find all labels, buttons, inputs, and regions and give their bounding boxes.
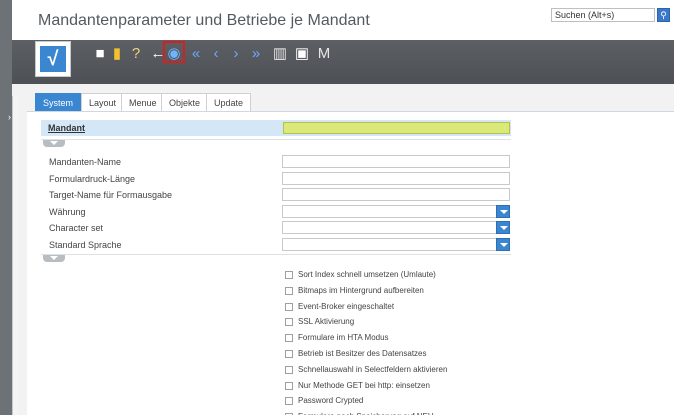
m-icon[interactable]: M: [316, 44, 332, 64]
checkbox-label: Schnellauswahl in Selectfeldern aktivier…: [298, 364, 448, 374]
checkbox[interactable]: [285, 381, 293, 390]
mandant-label[interactable]: Mandant: [48, 123, 85, 133]
checkmark-icon: √: [40, 46, 66, 72]
text-field[interactable]: [282, 155, 510, 168]
field-label: Währung: [49, 206, 86, 217]
book-icon[interactable]: ▮: [109, 44, 125, 64]
mandant-input[interactable]: [283, 122, 510, 134]
section-divider: [41, 139, 511, 140]
tab-system[interactable]: System: [35, 93, 82, 111]
checkbox-label: Sort Index schnell umsetzen (Umlaute): [298, 270, 436, 279]
next-record-icon[interactable]: ›: [228, 44, 244, 64]
save-button[interactable]: √: [35, 41, 71, 77]
copy-icon[interactable]: ▣: [294, 44, 310, 64]
chevron-down-icon[interactable]: [496, 237, 510, 251]
checkbox[interactable]: [285, 334, 293, 343]
left-strip: [0, 0, 12, 415]
chevron-down-icon[interactable]: [496, 221, 510, 234]
select-field[interactable]: [282, 237, 510, 251]
section-divider: [41, 254, 511, 255]
checkbox-label: Event-Broker eingeschaltet: [298, 301, 395, 311]
search-icon[interactable]: ⚲: [657, 8, 670, 22]
search-input[interactable]: Suchen (Alt+s): [551, 8, 655, 22]
tab-layout[interactable]: Layout: [81, 93, 125, 111]
checkbox[interactable]: [285, 318, 293, 327]
field-label: Target-Name für Formausgabe: [49, 190, 173, 200]
highlight-marker: [163, 41, 185, 63]
checkbox-label: Formulare im HTA Modus: [298, 333, 389, 343]
checkbox[interactable]: [285, 302, 293, 311]
text-field[interactable]: [282, 188, 510, 201]
field-label: Character set: [49, 223, 104, 233]
select-field[interactable]: [282, 204, 510, 218]
page-title: Mandantenparameter und Betriebe je Manda…: [38, 12, 370, 29]
checkbox[interactable]: [285, 271, 293, 279]
field-label: Standard Sprache: [49, 239, 122, 250]
checkbox[interactable]: [285, 286, 293, 295]
last-record-icon[interactable]: »: [248, 44, 264, 64]
checkbox-label: Nur Methode GET bei http: einsetzen: [298, 380, 430, 390]
checkbox-label: Betrieb ist Besitzer des Datensatzes: [298, 349, 427, 358]
checkbox-label: Password Crypted: [298, 396, 364, 406]
checkbox-label: SSL Aktivierung: [298, 317, 355, 327]
side-panel-toggle[interactable]: [12, 96, 19, 415]
text-field[interactable]: [282, 171, 510, 185]
chevron-down-icon[interactable]: [496, 204, 510, 218]
chevron-right-icon: ›: [8, 112, 11, 122]
collapse-section-button[interactable]: [43, 140, 65, 147]
tab-menue[interactable]: Menue: [121, 93, 165, 111]
field-label: Formulardruck-Länge: [49, 173, 136, 184]
tab-update[interactable]: Update: [206, 93, 252, 111]
collapse-section-button[interactable]: [43, 255, 65, 262]
previous-record-icon[interactable]: ‹: [208, 44, 224, 64]
toolbar: √ ■ ▮? ← ◉ «‹ ›» ▥ ▣ M: [12, 40, 674, 84]
field-label: Mandanten-Name: [49, 157, 122, 167]
tab-objekte[interactable]: Objekte: [161, 93, 209, 111]
checkbox[interactable]: [285, 350, 293, 358]
select-field[interactable]: [282, 221, 510, 234]
new-document-icon[interactable]: ■: [92, 44, 108, 64]
checkbox[interactable]: [285, 397, 293, 406]
checkbox-label: Bitmaps im Hintergrund aufbereiten: [298, 285, 424, 295]
help-icon[interactable]: ?: [128, 44, 144, 64]
report-icon[interactable]: ▥: [272, 44, 288, 64]
checkbox[interactable]: [285, 365, 293, 374]
first-record-icon[interactable]: «: [188, 44, 204, 64]
